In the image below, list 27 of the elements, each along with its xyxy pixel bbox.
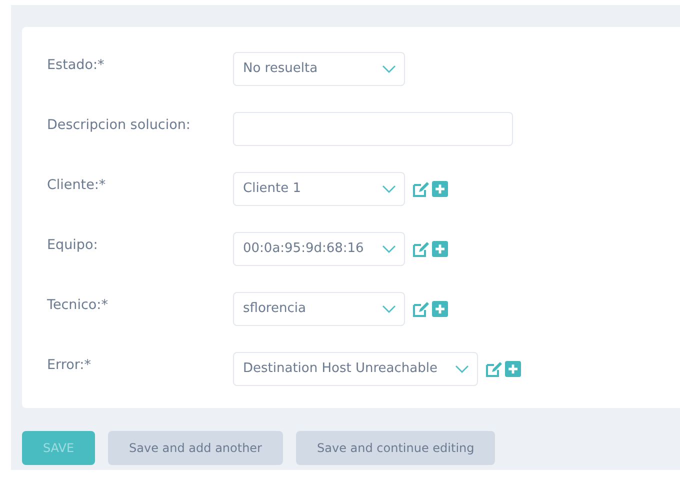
select-field[interactable]: Destination Host Unreachable bbox=[233, 352, 478, 386]
chevron-down-icon bbox=[382, 305, 396, 313]
field-label: Cliente:* bbox=[47, 176, 107, 195]
field-label: Estado:* bbox=[47, 56, 106, 75]
edit-icon[interactable] bbox=[412, 240, 429, 258]
add-icon[interactable] bbox=[432, 241, 448, 257]
chevron-down-icon bbox=[382, 245, 396, 253]
field-label: Descripcion solucion: bbox=[47, 116, 192, 135]
select-field[interactable]: No resuelta bbox=[233, 52, 405, 86]
edit-icon[interactable] bbox=[412, 180, 429, 198]
field-label: Tecnico:* bbox=[47, 296, 109, 315]
select-field[interactable]: Cliente 1 bbox=[233, 172, 405, 206]
chevron-down-icon bbox=[455, 365, 469, 373]
add-icon[interactable] bbox=[432, 301, 448, 317]
text-field[interactable] bbox=[233, 112, 513, 146]
chevron-down-icon bbox=[382, 65, 396, 73]
select-field[interactable]: 00:0a:95:9d:68:16 bbox=[233, 232, 405, 266]
select-field[interactable]: sflorencia bbox=[233, 292, 405, 326]
edit-icon[interactable] bbox=[485, 360, 502, 378]
secondary-button[interactable]: Save and add another bbox=[108, 431, 283, 465]
edit-icon[interactable] bbox=[412, 300, 429, 318]
chevron-down-icon bbox=[382, 185, 396, 193]
field-label: Equipo: bbox=[47, 236, 99, 255]
add-icon[interactable] bbox=[505, 361, 521, 377]
secondary-button[interactable]: Save and continue editing bbox=[296, 431, 496, 465]
field-label: Error:* bbox=[47, 356, 92, 375]
add-icon[interactable] bbox=[432, 181, 448, 197]
